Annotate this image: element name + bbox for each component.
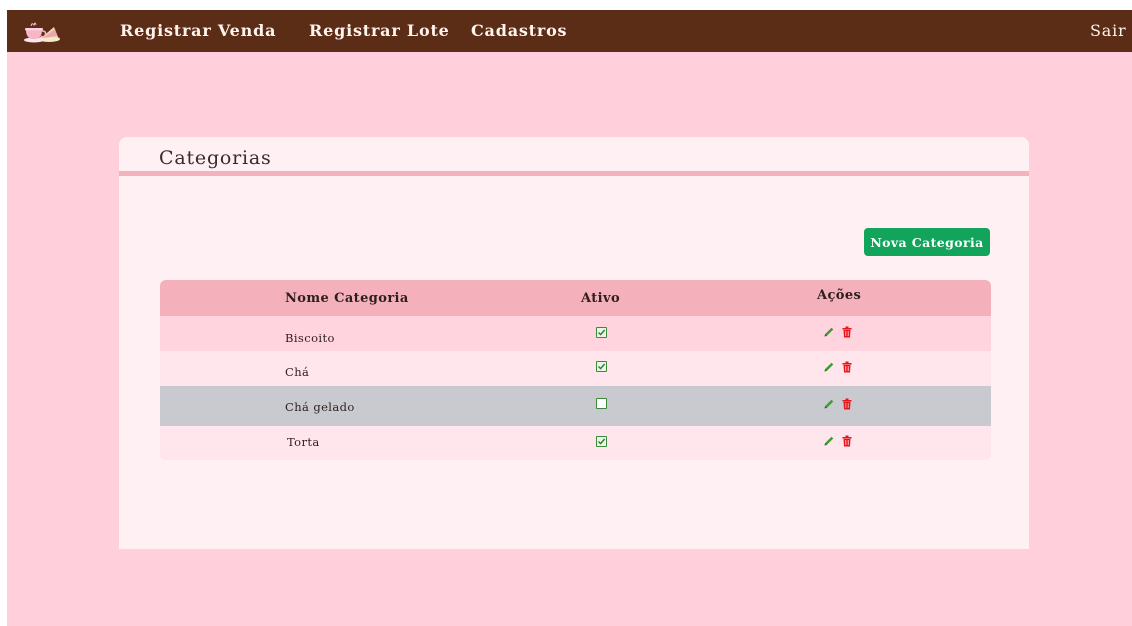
column-header-active: Ativo [581, 291, 621, 306]
top-navbar: Registrar Venda Registrar Lote Cadastros… [7, 10, 1132, 52]
category-name-cell: Chá gelado [285, 400, 355, 414]
nav-registrar-venda[interactable]: Registrar Venda [120, 21, 276, 40]
category-name-cell: Biscoito [285, 331, 335, 345]
table-row: Chá [160, 351, 991, 386]
categories-table: Nome Categoria Ativo Ações Biscoito Chá … [160, 280, 991, 460]
pencil-icon[interactable] [823, 435, 835, 447]
header-divider [119, 171, 1029, 176]
logout-link[interactable]: Sair [1090, 21, 1126, 40]
pencil-icon[interactable] [823, 361, 835, 373]
column-header-name: Nome Categoria [285, 291, 409, 306]
new-category-button[interactable]: Nova Categoria [864, 228, 990, 256]
teapot-cake-logo-icon[interactable] [21, 17, 61, 45]
nav-registrar-lote[interactable]: Registrar Lote [309, 21, 450, 40]
table-row: Biscoito [160, 316, 991, 351]
pencil-icon[interactable] [823, 326, 835, 338]
nav-cadastros[interactable]: Cadastros [471, 21, 567, 40]
table-header: Nome Categoria Ativo Ações [160, 280, 991, 316]
page-title: Categorias [159, 147, 272, 169]
category-name-cell: Chá [285, 365, 310, 379]
categories-card: Categorias Nova Categoria Nome Categoria… [119, 137, 1029, 549]
card-header: Categorias [119, 137, 1029, 177]
active-checkbox-checked[interactable] [596, 327, 607, 338]
active-checkbox-checked[interactable] [596, 436, 607, 447]
column-header-actions: Ações [817, 288, 862, 303]
app-root: Registrar Venda Registrar Lote Cadastros… [7, 10, 1132, 626]
pencil-icon[interactable] [823, 398, 835, 410]
trash-icon[interactable] [841, 326, 853, 338]
table-row: Torta [160, 426, 991, 460]
active-checkbox-checked[interactable] [596, 361, 607, 372]
trash-icon[interactable] [841, 435, 853, 447]
active-checkbox-unchecked[interactable] [596, 398, 607, 409]
table-row-highlighted[interactable]: Chá gelado [160, 386, 991, 426]
trash-icon[interactable] [841, 361, 853, 373]
trash-icon[interactable] [841, 398, 853, 410]
category-name-cell: Torta [287, 435, 320, 449]
